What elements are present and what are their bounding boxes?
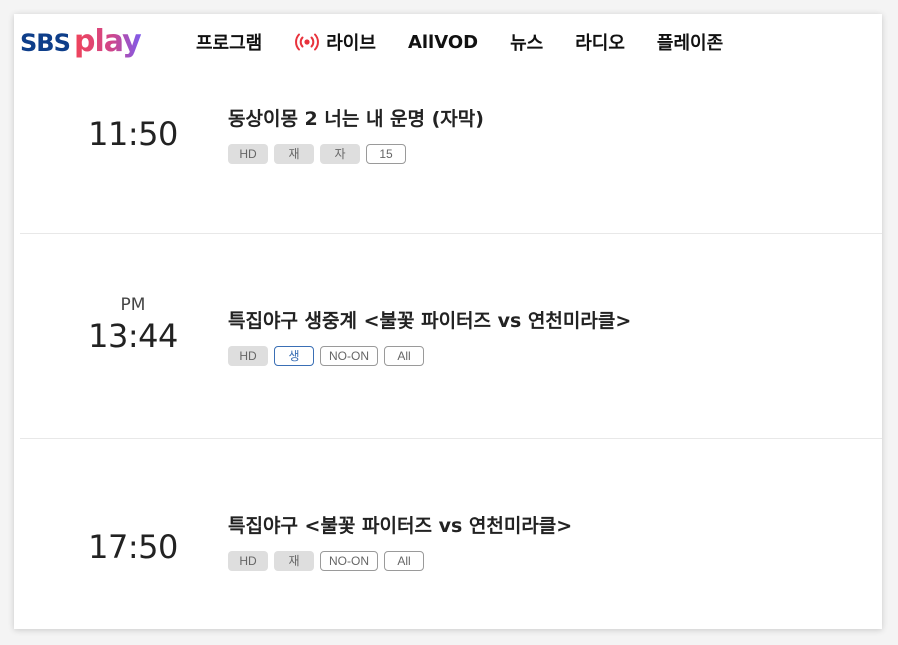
hd-badge: HD bbox=[228, 144, 268, 164]
hd-badge: HD bbox=[228, 551, 268, 571]
age-rating-badge: 15 bbox=[366, 144, 406, 164]
schedule-row[interactable]: 11:50 동상이몽 2 너는 내 운명 (자막) HD 재 자 15 bbox=[20, 70, 882, 234]
nav-playzone-label: 플레이존 bbox=[656, 33, 724, 54]
nav-news[interactable]: 뉴스 bbox=[510, 29, 543, 55]
program-title[interactable]: 특집야구 생중계 <불꽃 파이터즈 vs 연천미라클> bbox=[228, 306, 631, 333]
main-menu: 프로그램 라이브 AllVOD 뉴스 라디오 플레이존 bbox=[196, 14, 755, 70]
live-badge: 생 bbox=[274, 346, 314, 366]
badge-group: HD 생 NO-ON All bbox=[228, 346, 430, 366]
badge-group: HD 재 NO-ON All bbox=[228, 551, 430, 571]
schedule-row[interactable]: 17:50 특집야구 <불꽃 파이터즈 vs 연천미라클> HD 재 NO-ON… bbox=[20, 439, 882, 629]
time-block: 17:50 bbox=[20, 527, 246, 567]
schedule-list: 11:50 동상이몽 2 너는 내 운명 (자막) HD 재 자 15 PM 1… bbox=[20, 70, 882, 629]
broadcast-time: 13:44 bbox=[88, 317, 178, 355]
nav-programs-label: 프로그램 bbox=[196, 33, 263, 54]
nav-playzone[interactable]: 플레이존 bbox=[657, 29, 723, 55]
sbs-play-logo[interactable]: SBS play bbox=[20, 20, 172, 66]
svg-text:SBS: SBS bbox=[20, 29, 70, 57]
nav-programs[interactable]: 프로그램 bbox=[196, 29, 262, 55]
nav-live[interactable]: 라이브 bbox=[294, 29, 376, 55]
no-on-badge: NO-ON bbox=[320, 551, 378, 571]
time-block: PM 13:44 bbox=[20, 294, 246, 356]
badge-group: HD 재 자 15 bbox=[228, 144, 412, 164]
rerun-badge: 재 bbox=[274, 551, 314, 571]
broadcast-time: 11:50 bbox=[88, 115, 178, 153]
program-title[interactable]: 특집야구 <불꽃 파이터즈 vs 연천미라클> bbox=[228, 511, 572, 538]
broadcast-time: 17:50 bbox=[88, 528, 178, 566]
top-navigation: SBS play 프로그램 라이브 AllVOD 뉴스 라디오 플레이존 bbox=[14, 14, 882, 70]
all-ages-badge: All bbox=[384, 346, 424, 366]
program-title[interactable]: 동상이몽 2 너는 내 운명 (자막) bbox=[228, 104, 484, 131]
nav-news-label: 뉴스 bbox=[510, 33, 544, 54]
ampm-label: PM bbox=[120, 295, 146, 315]
nav-allvod[interactable]: AllVOD bbox=[408, 32, 478, 53]
nav-allvod-label: AllVOD bbox=[407, 31, 479, 53]
no-on-badge: NO-ON bbox=[320, 346, 378, 366]
svg-text:play: play bbox=[74, 24, 142, 59]
hd-badge: HD bbox=[228, 346, 268, 366]
all-ages-badge: All bbox=[384, 551, 424, 571]
nav-live-label: 라이브 bbox=[326, 33, 376, 54]
nav-radio[interactable]: 라디오 bbox=[575, 29, 625, 55]
subtitle-badge: 자 bbox=[320, 144, 360, 164]
nav-radio-label: 라디오 bbox=[575, 33, 625, 54]
live-broadcast-icon bbox=[294, 32, 320, 52]
time-block: 11:50 bbox=[20, 114, 246, 154]
rerun-badge: 재 bbox=[274, 144, 314, 164]
schedule-card: SBS play 프로그램 라이브 AllVOD 뉴스 라디오 플레이존 11:… bbox=[14, 14, 882, 629]
schedule-row[interactable]: PM 13:44 특집야구 생중계 <불꽃 파이터즈 vs 연천미라클> HD … bbox=[20, 234, 882, 439]
